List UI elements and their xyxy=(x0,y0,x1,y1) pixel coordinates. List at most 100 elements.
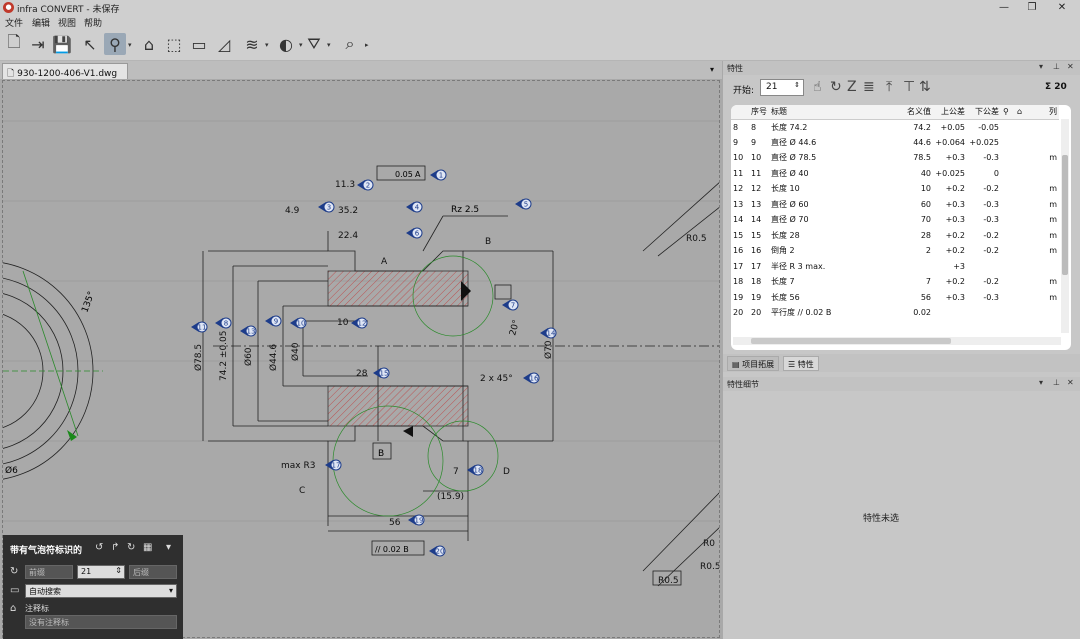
balloon-marker[interactable]: 20 xyxy=(429,545,446,557)
col-upper-header[interactable]: 上公差 xyxy=(933,105,967,120)
menu-view[interactable]: 视图 xyxy=(58,16,76,29)
menu-help[interactable]: 帮助 xyxy=(84,16,102,29)
balloon-marker[interactable]: 1 xyxy=(430,169,447,181)
chevron-down-icon[interactable]: ▾ xyxy=(299,41,303,49)
balloon-marker[interactable]: 13 xyxy=(240,325,257,337)
sort-list-icon[interactable]: ≣ xyxy=(863,79,875,95)
balloon-marker[interactable]: 19 xyxy=(408,514,425,526)
table-icon[interactable]: ▦ xyxy=(143,542,152,553)
table-row[interactable]: 10 10 直径 Ø 78.5 78.5 +0.3 -0.3 m xyxy=(731,150,1059,166)
balloon-number-stepper[interactable]: 21 ⇕ xyxy=(77,565,125,579)
balloon-marker[interactable]: 7 xyxy=(502,299,519,311)
balloon-marker[interactable]: 16 xyxy=(523,372,540,384)
col-nominal-header[interactable]: 名义值 xyxy=(897,105,933,120)
table-row[interactable]: 20 20 平行度 // 0.02 B 0.02 xyxy=(731,305,1059,321)
chevron-right-icon[interactable]: ▸ xyxy=(365,41,369,49)
new-document-icon[interactable]: 🗋 xyxy=(3,32,25,55)
color-icon[interactable]: ◐ xyxy=(275,33,297,55)
menu-edit[interactable]: 编辑 xyxy=(32,16,50,29)
pane-menu-icon[interactable]: ▾ xyxy=(1039,378,1043,387)
table-row[interactable]: 11 11 直径 Ø 40 40 +0.025 0 xyxy=(731,166,1059,182)
note-input[interactable]: 没有注释标 xyxy=(25,615,177,629)
balloon-marker[interactable]: 17 xyxy=(325,459,342,471)
table-row[interactable]: 17 17 半径 R 3 max. +3 xyxy=(731,259,1059,275)
balloon-marker[interactable]: 12 xyxy=(351,317,368,329)
balloon-marker[interactable]: 11 xyxy=(191,321,208,333)
import-icon[interactable]: ⇥ xyxy=(27,33,49,55)
chevron-down-icon[interactable]: ▾ xyxy=(169,586,173,595)
mode-select[interactable]: 自动搜索 ▾ xyxy=(25,584,177,598)
save-icon[interactable]: 💾 xyxy=(51,33,73,55)
table-row[interactable]: 15 15 长度 28 28 +0.2 -0.2 m xyxy=(731,228,1059,244)
suffix-input[interactable]: 后缀 xyxy=(129,565,177,579)
move-up-icon[interactable]: ⊤ xyxy=(903,79,915,95)
col-tag-icon[interactable]: ⌂ xyxy=(1015,105,1029,120)
vertical-scroll-thumb[interactable] xyxy=(1062,155,1068,275)
comment-icon[interactable]: ▭ xyxy=(188,33,210,55)
rotate-left-icon[interactable]: ↺ xyxy=(95,542,103,553)
tabs-dropdown-icon[interactable]: ▾ xyxy=(710,65,714,74)
tag-icon[interactable]: ⌂ xyxy=(138,33,160,55)
chevron-down-icon[interactable]: ▾ xyxy=(166,542,171,553)
move-top-icon[interactable]: ⤒ xyxy=(886,79,892,95)
close-pane-icon[interactable]: ✕ xyxy=(1067,378,1074,387)
pane-menu-icon[interactable]: ▾ xyxy=(1039,62,1043,71)
region-icon[interactable]: ⬚ xyxy=(163,33,185,55)
close-pane-icon[interactable]: ✕ xyxy=(1067,62,1074,71)
measure-icon[interactable]: ◿ xyxy=(213,33,235,55)
table-row[interactable]: 19 19 长度 56 56 +0.3 -0.3 m xyxy=(731,290,1059,306)
maximize-button[interactable]: ❐ xyxy=(1018,0,1046,15)
balloon-marker[interactable]: 18 xyxy=(467,464,484,476)
col-column-header[interactable]: 列 xyxy=(1029,105,1059,120)
chevron-down-icon[interactable]: ▾ xyxy=(265,41,269,49)
stamp-icon[interactable]: ⚲ xyxy=(104,33,126,55)
col-balloon-icon[interactable]: ⚲ xyxy=(1001,105,1015,120)
tab-document[interactable]: 🗋 930-1200-406-V1.dwg ✕ xyxy=(2,63,128,92)
rotate-hook-icon[interactable]: ↱ xyxy=(111,542,119,553)
tab-properties[interactable]: ☰ 特性 xyxy=(783,356,819,371)
chevron-down-icon[interactable]: ▾ xyxy=(128,41,132,49)
prefix-input[interactable]: 前缀 xyxy=(25,565,73,579)
balloon-marker[interactable]: 10 xyxy=(290,317,307,329)
balloon-marker[interactable]: 2 xyxy=(357,179,374,191)
select-arrow-icon[interactable]: ↖ xyxy=(79,33,101,55)
close-window-button[interactable]: ✕ xyxy=(1048,0,1076,15)
sort-z-icon[interactable]: Z xyxy=(847,79,857,95)
balloon-marker[interactable]: 9 xyxy=(265,315,282,327)
renumber-icon[interactable]: ↻ xyxy=(830,79,842,95)
chevron-down-icon[interactable]: ▾ xyxy=(327,41,331,49)
table-row[interactable]: 14 14 直径 Ø 70 70 +0.3 -0.3 m xyxy=(731,212,1059,228)
col-number-header[interactable]: 序号 xyxy=(749,105,769,120)
balloon-marker[interactable]: 14 xyxy=(540,327,557,339)
col-lower-header[interactable]: 下公差 xyxy=(967,105,1001,120)
balloon-marker[interactable]: 6 xyxy=(406,227,423,239)
zoom-fit-icon[interactable]: ⌕ xyxy=(339,33,361,55)
col-title-header[interactable]: 标题 xyxy=(769,105,897,120)
balloon-marker[interactable]: 4 xyxy=(406,201,423,213)
menu-file[interactable]: 文件 xyxy=(5,16,23,29)
start-number-stepper[interactable]: 21 ⇕ xyxy=(760,79,804,96)
hand-icon[interactable]: ☝ xyxy=(813,79,822,95)
layers-icon[interactable]: ≋ xyxy=(241,33,263,55)
balloon-marker[interactable]: 5 xyxy=(515,198,532,210)
table-row[interactable]: 13 13 直径 Ø 60 60 +0.3 -0.3 m xyxy=(731,197,1059,213)
sort-updown-icon[interactable]: ⇅ xyxy=(919,79,931,95)
spinner-arrows-icon[interactable]: ⇕ xyxy=(794,81,800,89)
tab-project-extension[interactable]: ▤ 项目拓展 xyxy=(727,356,780,371)
table-row[interactable]: 9 9 直径 Ø 44.6 44.6 +0.064 +0.025 xyxy=(731,135,1059,151)
table-row[interactable]: 8 8 长度 74.2 74.2 +0.05 -0.05 xyxy=(731,119,1059,135)
table-row[interactable]: 16 16 倒角 2 2 +0.2 -0.2 m xyxy=(731,243,1059,259)
balloon-marker[interactable]: 8 xyxy=(215,317,232,329)
table-row[interactable]: 12 12 长度 10 10 +0.2 -0.2 m xyxy=(731,181,1059,197)
minimize-button[interactable]: — xyxy=(990,0,1018,15)
balloon-marker[interactable]: 15 xyxy=(373,367,390,379)
rotate-right-icon[interactable]: ↻ xyxy=(127,542,135,553)
pin-icon[interactable]: ⊥ xyxy=(1053,62,1060,71)
horizontal-scroll-thumb[interactable] xyxy=(751,338,951,344)
dim-label: R0.5 xyxy=(658,576,679,586)
spinner-arrows-icon[interactable]: ⇕ xyxy=(115,566,122,575)
pin-icon[interactable]: ⊥ xyxy=(1053,378,1060,387)
filter-icon[interactable]: ⛛ xyxy=(303,33,325,55)
table-row[interactable]: 18 18 长度 7 7 +0.2 -0.2 m xyxy=(731,274,1059,290)
balloon-marker[interactable]: 3 xyxy=(318,201,335,213)
